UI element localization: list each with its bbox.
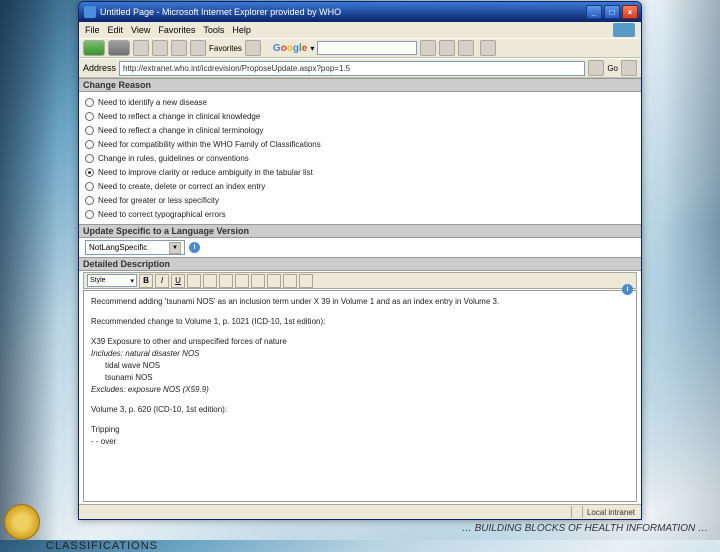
go-label: Go	[607, 64, 618, 73]
maximize-button[interactable]: □	[604, 5, 620, 19]
window-title: Untitled Page - Microsoft Internet Explo…	[100, 7, 584, 17]
reason-option-7[interactable]: Need for greater or less specificity	[85, 193, 635, 207]
editor-btn-8[interactable]	[299, 274, 313, 288]
detailed-description-header: Detailed Description	[79, 257, 641, 271]
editor-btn-6[interactable]	[267, 274, 281, 288]
history-button[interactable]	[245, 40, 261, 56]
reason-option-6[interactable]: Need to create, delete or correct an ind…	[85, 179, 635, 193]
menu-file[interactable]: File	[85, 25, 100, 35]
editor-btn-2[interactable]	[203, 274, 217, 288]
editor-btn-7[interactable]	[283, 274, 297, 288]
favorites-button[interactable]: Favorites	[209, 44, 242, 53]
change-reason-header: Change Reason	[79, 78, 641, 92]
menu-edit[interactable]: Edit	[108, 25, 124, 35]
search-button[interactable]	[190, 40, 206, 56]
info-icon-right[interactable]: i	[622, 284, 633, 295]
close-button[interactable]: ×	[622, 5, 638, 19]
editor-toolbar: Style▾ B I U	[83, 272, 637, 289]
reason-option-0[interactable]: Need to identify a new disease	[85, 95, 635, 109]
editor-textarea[interactable]: Recommend adding 'tsunami NOS' as an inc…	[83, 290, 637, 502]
page-content: Change Reason Need to identify a new dis…	[79, 78, 641, 504]
menu-view[interactable]: View	[131, 25, 150, 35]
go-button[interactable]	[588, 60, 604, 76]
address-toolbar: Address http://extranet.who.int/icdrevis…	[79, 58, 641, 78]
address-label: Address	[83, 63, 116, 73]
google-search-input[interactable]	[317, 41, 417, 55]
forward-button[interactable]	[108, 40, 130, 56]
slide-footer: CLASSIFICATIONS … BUILDING BLOCKS OF HEA…	[0, 516, 720, 540]
back-button[interactable]	[83, 40, 105, 56]
style-select[interactable]: Style▾	[87, 274, 137, 287]
footer-right-text: … BUILDING BLOCKS OF HEALTH INFORMATION …	[462, 523, 708, 534]
ie-window: Untitled Page - Microsoft Internet Explo…	[78, 1, 642, 520]
reason-option-5[interactable]: Need to improve clarity or reduce ambigu…	[85, 165, 635, 179]
footer-left-text: CLASSIFICATIONS	[46, 540, 158, 552]
editor-btn-1[interactable]	[187, 274, 201, 288]
menubar: File Edit View Favorites Tools Help	[79, 22, 641, 38]
address-input[interactable]: http://extranet.who.int/icdrevision/Prop…	[119, 61, 585, 76]
menu-tools[interactable]: Tools	[203, 25, 224, 35]
home-button[interactable]	[171, 40, 187, 56]
refresh-button[interactable]	[152, 40, 168, 56]
italic-button[interactable]: I	[155, 274, 169, 288]
links-button[interactable]	[621, 60, 637, 76]
google-settings-button[interactable]	[480, 40, 496, 56]
google-opt2-button[interactable]	[458, 40, 474, 56]
menu-help[interactable]: Help	[232, 25, 251, 35]
google-opt1-button[interactable]	[439, 40, 455, 56]
info-icon[interactable]: i	[189, 242, 200, 253]
chevron-down-icon: ▼	[169, 242, 181, 254]
minimize-button[interactable]: _	[586, 5, 602, 19]
who-emblem-icon	[4, 504, 40, 540]
who-logo-icon	[613, 23, 635, 37]
nav-toolbar: Favorites Google ▾	[79, 38, 641, 58]
editor-btn-5[interactable]	[251, 274, 265, 288]
google-search-button[interactable]	[420, 40, 436, 56]
editor-btn-4[interactable]	[235, 274, 249, 288]
language-version-header: Update Specific to a Language Version	[79, 224, 641, 238]
menu-favorites[interactable]: Favorites	[158, 25, 195, 35]
language-dropdown[interactable]: NotLangSpecific ▼	[85, 240, 185, 255]
reason-option-8[interactable]: Need to correct typographical errors	[85, 207, 635, 221]
reason-option-4[interactable]: Change in rules, guidelines or conventio…	[85, 151, 635, 165]
reason-option-1[interactable]: Need to reflect a change in clinical kno…	[85, 109, 635, 123]
reason-option-2[interactable]: Need to reflect a change in clinical ter…	[85, 123, 635, 137]
change-reason-list: Need to identify a new disease Need to r…	[79, 92, 641, 224]
editor-btn-3[interactable]	[219, 274, 233, 288]
underline-button[interactable]: U	[171, 274, 185, 288]
bold-button[interactable]: B	[139, 274, 153, 288]
reason-option-3[interactable]: Need for compatibility within the WHO Fa…	[85, 137, 635, 151]
stop-button[interactable]	[133, 40, 149, 56]
ie-icon	[84, 6, 96, 18]
titlebar[interactable]: Untitled Page - Microsoft Internet Explo…	[79, 2, 641, 22]
google-logo: Google	[273, 43, 307, 54]
